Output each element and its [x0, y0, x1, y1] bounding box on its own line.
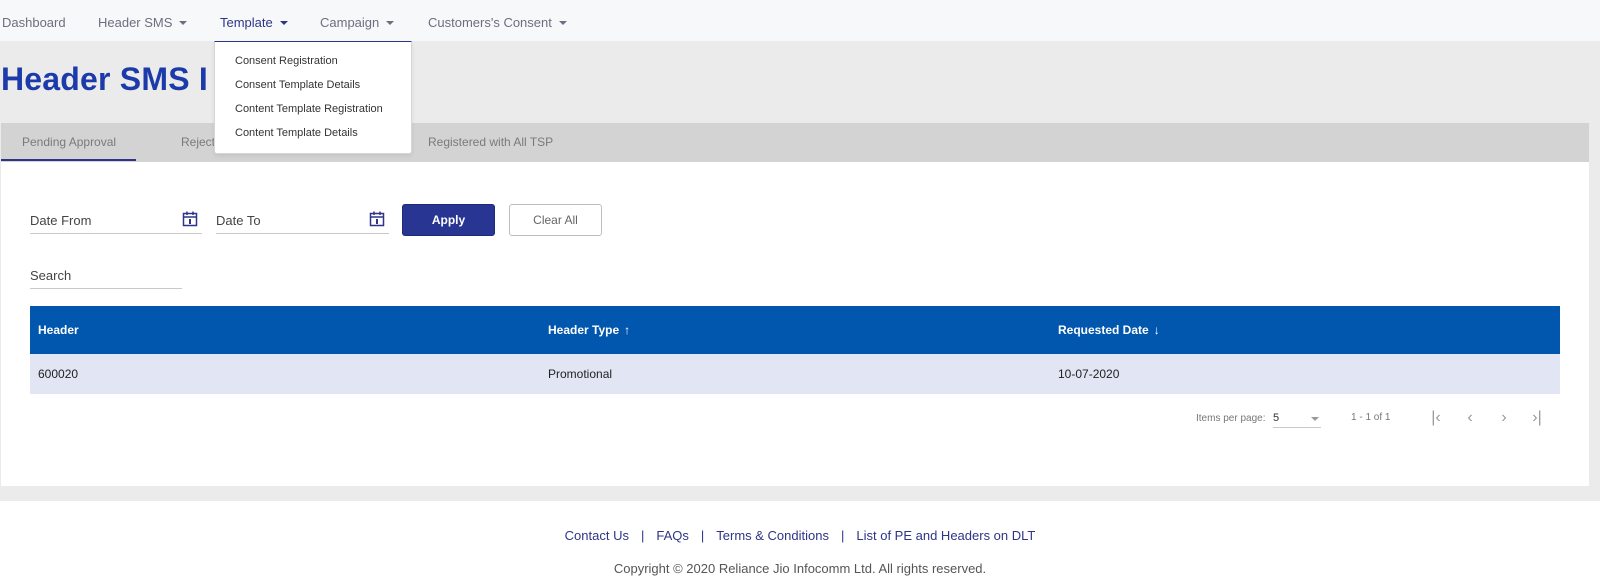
items-per-page-value: 5 — [1273, 412, 1280, 424]
column-header-requested-date[interactable]: Requested Date ↓ — [1058, 306, 1160, 354]
first-page-button[interactable]: |‹ — [1425, 408, 1447, 430]
last-page-button[interactable]: ›| — [1526, 408, 1548, 430]
caret-down-icon — [279, 21, 288, 25]
column-header-header-type-label: Header Type — [548, 323, 620, 337]
calendar-icon[interactable] — [369, 211, 385, 227]
tab-rejected[interactable]: Reject — [181, 123, 215, 162]
nav-header-sms-label: Header SMS — [98, 15, 173, 30]
caret-down-icon — [558, 21, 567, 25]
next-page-button[interactable]: › — [1493, 408, 1515, 430]
footer-link-faqs[interactable]: FAQs — [656, 528, 689, 543]
footer-link-contact-us[interactable]: Contact Us — [565, 528, 629, 543]
nav-customers-consent[interactable]: Customers's Consent — [428, 0, 567, 41]
active-tab-indicator — [1, 159, 136, 161]
nav-dashboard[interactable]: Dashboard — [2, 0, 66, 41]
sort-down-icon: ↓ — [1153, 323, 1160, 337]
date-from-field[interactable]: Date From — [30, 208, 202, 234]
nav-template-label: Template — [220, 15, 273, 30]
footer-links: Contact Us | FAQs | Terms & Conditions | List … — [0, 528, 1600, 543]
footer-separator: | — [840, 528, 845, 543]
apply-button[interactable]: Apply — [402, 204, 495, 236]
table-row[interactable]: 600020 Promotional 10-07-2020 — [30, 354, 1560, 394]
top-nav: Dashboard Header SMS Template Campaign C… — [0, 0, 1600, 41]
nav-campaign-label: Campaign — [320, 15, 380, 30]
previous-page-button[interactable]: ‹ — [1459, 408, 1481, 430]
nav-customers-consent-label: Customers's Consent — [428, 15, 552, 30]
date-from-label: Date From — [30, 213, 92, 228]
column-header-requested-date-label: Requested Date — [1058, 323, 1149, 337]
tab-registered-all-tsp[interactable]: Registered with All TSP — [428, 123, 553, 162]
caret-down-icon — [386, 21, 395, 25]
footer-link-terms[interactable]: Terms & Conditions — [716, 528, 829, 543]
date-to-label: Date To — [216, 213, 261, 228]
copyright-text: Copyright © 2020 Reliance Jio Infocomm L… — [613, 561, 987, 576]
menu-item-content-template-registration[interactable]: Content Template Registration — [235, 103, 383, 115]
page-range: 1 - 1 of 1 — [1351, 412, 1391, 423]
table-header: Header Header Type ↑ Requested Date ↓ — [30, 306, 1560, 354]
caret-down-icon — [179, 21, 188, 25]
column-header-header-type[interactable]: Header Type ↑ — [548, 306, 630, 354]
page-title: Header SMS I — [1, 61, 208, 97]
nav-header-sms[interactable]: Header SMS — [98, 0, 188, 41]
search-label: Search — [30, 268, 72, 283]
footer-separator: | — [700, 528, 705, 543]
date-to-field[interactable]: Date To — [216, 208, 389, 234]
clear-all-button[interactable]: Clear All — [509, 204, 602, 236]
dropdown-arrow-icon — [1311, 417, 1319, 421]
tab-pending-approval[interactable]: Pending Approval — [22, 123, 116, 162]
column-header-header-label: Header — [38, 323, 79, 337]
cell-header-type: Promotional — [548, 367, 613, 381]
items-per-page-select[interactable]: 5 — [1273, 410, 1321, 428]
nav-template[interactable]: Template — [220, 0, 288, 41]
column-header-header[interactable]: Header — [38, 306, 79, 354]
cell-requested-date: 10-07-2020 — [1058, 367, 1120, 381]
search-input[interactable]: Search — [30, 263, 182, 289]
menu-item-consent-registration[interactable]: Consent Registration — [235, 55, 338, 67]
menu-item-consent-template-details[interactable]: Consent Template Details — [235, 79, 360, 91]
calendar-icon[interactable] — [182, 211, 198, 227]
cell-header: 600020 — [38, 367, 79, 381]
sort-up-icon: ↑ — [624, 323, 631, 337]
nav-campaign[interactable]: Campaign — [320, 0, 395, 41]
menu-item-content-template-details[interactable]: Content Template Details — [235, 127, 358, 139]
footer-separator: | — [640, 528, 645, 543]
footer-link-pe-headers-list[interactable]: List of PE and Headers on DLT — [856, 528, 1035, 543]
items-per-page-label: Items per page: — [1196, 413, 1266, 424]
template-dropdown-menu: Consent Registration Consent Template De… — [214, 41, 412, 154]
nav-dashboard-label: Dashboard — [2, 15, 66, 30]
